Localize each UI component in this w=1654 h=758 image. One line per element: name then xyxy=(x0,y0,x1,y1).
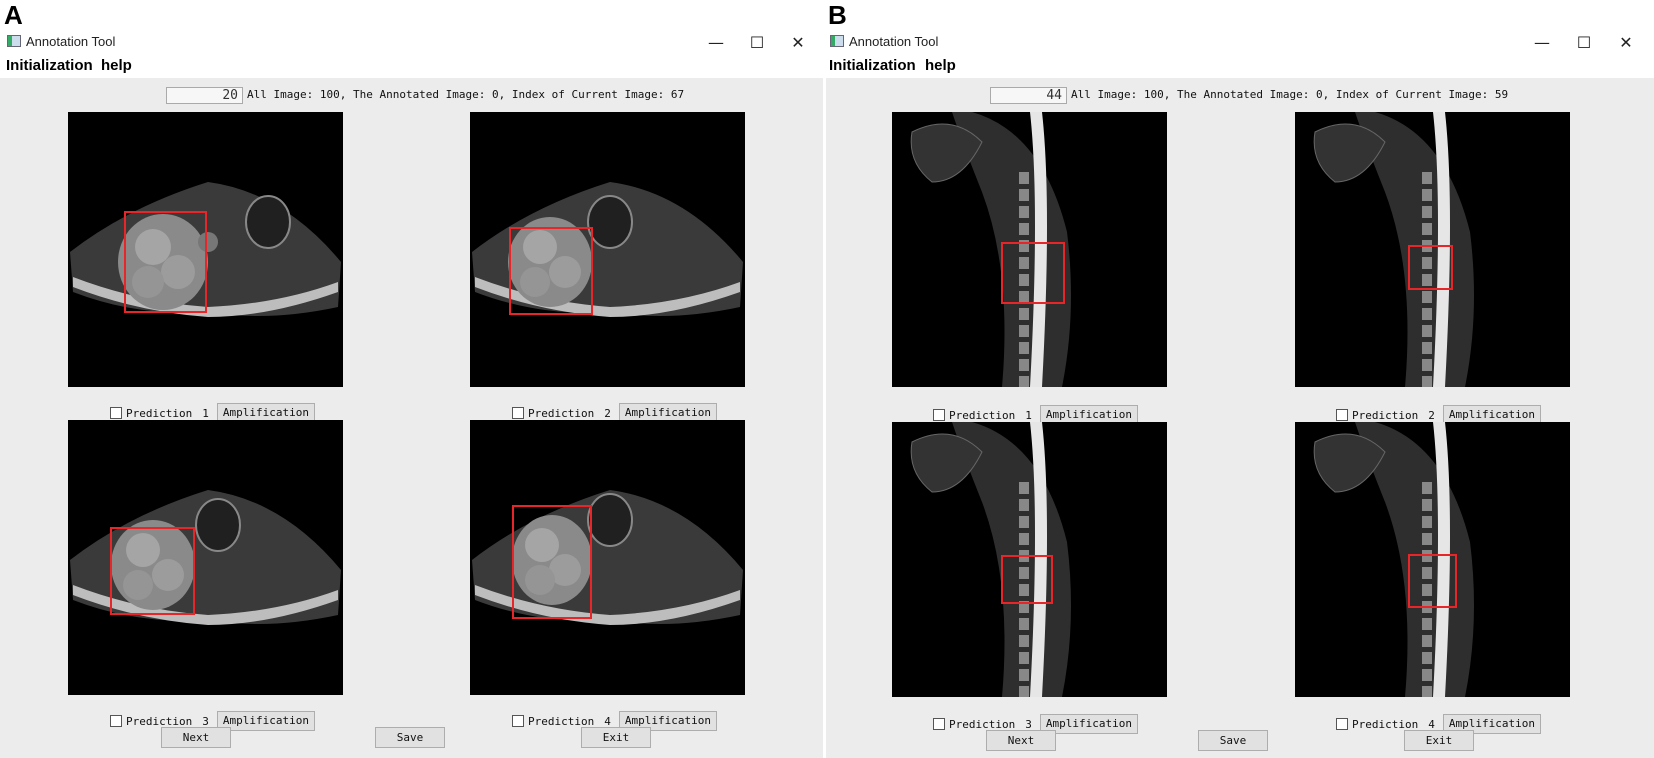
prediction-checkbox-2[interactable] xyxy=(512,407,524,419)
mri-image-1[interactable] xyxy=(892,112,1167,387)
prediction-label: Prediction xyxy=(528,406,595,420)
minimize-icon[interactable]: — xyxy=(698,30,734,54)
annotation-window-b: Annotation Tool — ☐ ✕ Initialization hel… xyxy=(826,30,1654,758)
prediction-checkbox-3[interactable] xyxy=(110,715,122,727)
prediction-label: Prediction xyxy=(126,406,193,420)
prediction-label: Prediction xyxy=(949,717,1016,731)
menu-bar: Initialization help xyxy=(0,54,823,78)
mri-image-1[interactable] xyxy=(68,112,343,387)
axial-mri-scan xyxy=(472,182,743,317)
sagittal-mri-scan xyxy=(910,422,1071,697)
mri-image-3[interactable] xyxy=(892,422,1167,697)
sagittal-mri-scan xyxy=(1313,112,1474,387)
maximize-icon[interactable]: ☐ xyxy=(1566,30,1602,54)
mri-image-2[interactable] xyxy=(470,112,745,387)
close-icon[interactable]: ✕ xyxy=(780,30,816,54)
menu-initialization[interactable]: Initialization xyxy=(829,57,916,74)
maximize-icon[interactable]: ☐ xyxy=(739,30,775,54)
prediction-label: Prediction xyxy=(126,714,193,728)
prediction-number: 3 xyxy=(202,714,209,728)
prediction-checkbox-4[interactable] xyxy=(512,715,524,727)
next-button[interactable]: Next xyxy=(161,727,231,748)
app-icon xyxy=(830,35,844,47)
panel-letter-b: B xyxy=(828,0,847,30)
content-area: 20 All Image: 100, The Annotated Image: … xyxy=(0,78,823,758)
axial-mri-scan xyxy=(70,490,341,625)
axial-mri-scan xyxy=(70,182,341,317)
mri-image-3[interactable] xyxy=(68,420,343,695)
prediction-label: Prediction xyxy=(949,408,1016,422)
next-button[interactable]: Next xyxy=(986,730,1056,751)
menu-bar: Initialization help xyxy=(826,54,1654,78)
image-info-text: All Image: 100, The Annotated Image: 0, … xyxy=(1071,88,1509,101)
exit-button[interactable]: Exit xyxy=(581,727,651,748)
prediction-checkbox-1[interactable] xyxy=(933,409,945,421)
prediction-label: Prediction xyxy=(528,714,595,728)
prediction-number: 2 xyxy=(1428,408,1435,422)
content-area: 44 All Image: 100, The Annotated Image: … xyxy=(826,78,1654,758)
axial-mri-scan xyxy=(472,490,743,625)
menu-help[interactable]: help xyxy=(925,57,956,74)
prediction-number: 2 xyxy=(604,406,611,420)
image-info-text: All Image: 100, The Annotated Image: 0, … xyxy=(247,88,685,101)
close-icon[interactable]: ✕ xyxy=(1608,30,1644,54)
image-counter-input[interactable]: 20 xyxy=(166,87,243,104)
window-title: Annotation Tool xyxy=(26,34,116,49)
minimize-icon[interactable]: — xyxy=(1524,30,1560,54)
sagittal-mri-scan xyxy=(1313,422,1474,697)
prediction-number: 4 xyxy=(604,714,611,728)
panel-letter-a: A xyxy=(4,0,23,30)
menu-help[interactable]: help xyxy=(101,57,132,74)
mri-image-4[interactable] xyxy=(1295,422,1570,697)
amplification-button-3[interactable]: Amplification xyxy=(216,711,315,731)
prediction-checkbox-2[interactable] xyxy=(1336,409,1348,421)
title-bar: Annotation Tool — ☐ ✕ xyxy=(826,30,1654,54)
save-button[interactable]: Save xyxy=(1198,730,1268,751)
prediction-label: Prediction xyxy=(1352,408,1419,422)
prediction-checkbox-4[interactable] xyxy=(1336,718,1348,730)
title-bar: Annotation Tool — ☐ ✕ xyxy=(0,30,823,54)
prediction-number: 1 xyxy=(1025,408,1032,422)
save-button[interactable]: Save xyxy=(375,727,445,748)
mri-image-4[interactable] xyxy=(470,420,745,695)
prediction-number: 4 xyxy=(1428,717,1435,731)
annotation-window-a: Annotation Tool — ☐ ✕ Initialization hel… xyxy=(0,30,823,758)
prediction-label: Prediction xyxy=(1352,717,1419,731)
prediction-checkbox-3[interactable] xyxy=(933,718,945,730)
window-title: Annotation Tool xyxy=(849,34,939,49)
exit-button[interactable]: Exit xyxy=(1404,730,1474,751)
menu-initialization[interactable]: Initialization xyxy=(6,57,93,74)
mri-image-2[interactable] xyxy=(1295,112,1570,387)
prediction-number: 1 xyxy=(202,406,209,420)
app-icon xyxy=(7,35,21,47)
sagittal-mri-scan xyxy=(910,112,1071,387)
prediction-number: 3 xyxy=(1025,717,1032,731)
image-counter-input[interactable]: 44 xyxy=(990,87,1067,104)
prediction-checkbox-1[interactable] xyxy=(110,407,122,419)
